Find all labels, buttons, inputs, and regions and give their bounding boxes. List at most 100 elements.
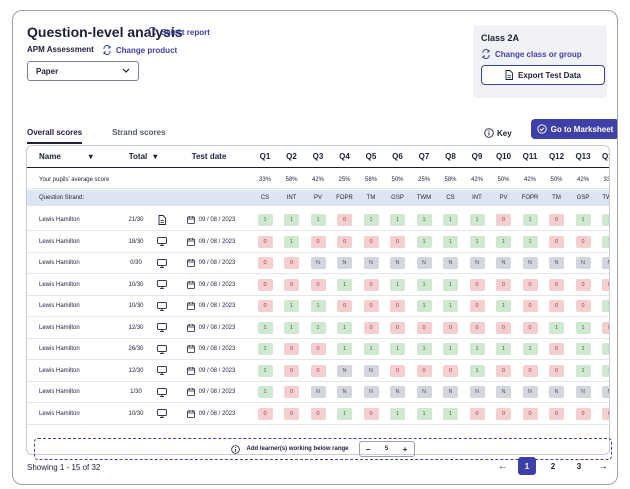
score-cell-q2[interactable]: 0: [280, 275, 304, 295]
sort-down-icon[interactable]: ▾: [89, 152, 93, 161]
score-cell-q2[interactable]: 1: [280, 318, 304, 338]
column-header-q1[interactable]: Q1: [253, 146, 277, 167]
score-cell-q6[interactable]: 0: [386, 361, 410, 381]
score-cell-q7[interactable]: 0: [412, 318, 436, 338]
score-cell-q5[interactable]: 1: [359, 210, 383, 230]
score-cell-q8[interactable]: N: [439, 382, 463, 402]
score-cell-q9[interactable]: 0: [465, 404, 489, 424]
score-cell-q6[interactable]: 1: [386, 339, 410, 359]
score-cell-q12[interactable]: 0: [545, 232, 569, 252]
score-cell-q2[interactable]: 1: [280, 210, 304, 230]
score-cell-q12[interactable]: 0: [545, 275, 569, 295]
column-header-q7[interactable]: Q7: [412, 146, 436, 167]
score-cell-q10[interactable]: 0: [492, 275, 516, 295]
score-cell-q9[interactable]: 1: [465, 339, 489, 359]
score-cell-q1[interactable]: 1: [253, 361, 277, 381]
score-cell-q14[interactable]: 0: [598, 318, 609, 338]
score-cell-q11[interactable]: N: [518, 253, 542, 273]
column-header-q4[interactable]: Q4: [333, 146, 357, 167]
score-cell-q5[interactable]: 0: [359, 404, 383, 424]
prev-page-arrow-icon[interactable]: ←: [496, 461, 510, 472]
score-cell-q13[interactable]: 0: [571, 275, 595, 295]
score-cell-q9[interactable]: N: [465, 253, 489, 273]
score-cell-q8[interactable]: 0: [439, 361, 463, 381]
score-cell-q11[interactable]: 1: [518, 232, 542, 252]
score-cell-q8[interactable]: N: [439, 253, 463, 273]
score-cell-q14[interactable]: 1: [598, 210, 609, 230]
score-cell-q12[interactable]: 0: [545, 210, 569, 230]
column-header-q6[interactable]: Q6: [386, 146, 410, 167]
score-cell-q4[interactable]: 1: [333, 404, 357, 424]
column-header-q11[interactable]: Q11: [518, 146, 542, 167]
score-cell-q2[interactable]: 0: [280, 382, 304, 402]
score-cell-q6[interactable]: N: [386, 253, 410, 273]
select-report-link[interactable]: Select report: [147, 27, 210, 37]
score-cell-q12[interactable]: 0: [545, 296, 569, 316]
go-to-marksheet-button[interactable]: Go to Marksheet: [531, 119, 617, 139]
score-cell-q1[interactable]: 1: [253, 382, 277, 402]
column-header-q14[interactable]: Q14: [598, 146, 609, 167]
score-cell-q13[interactable]: 0: [571, 232, 595, 252]
tab-overall-scores[interactable]: Overall scores: [27, 128, 83, 144]
increment-button[interactable]: +: [397, 445, 414, 454]
column-header-q5[interactable]: Q5: [359, 146, 383, 167]
score-cell-q7[interactable]: 1: [412, 296, 436, 316]
score-cell-q2[interactable]: 1: [280, 296, 304, 316]
score-cell-q13[interactable]: 0: [571, 404, 595, 424]
score-cell-q13[interactable]: 1: [571, 361, 595, 381]
score-cell-q1[interactable]: 1: [253, 318, 277, 338]
score-cell-q11[interactable]: 1: [518, 339, 542, 359]
table-row[interactable]: Lewis Hamilton 10/30 09 / 08 / 2023 0 0 0 1 0 1 1…: [27, 275, 609, 296]
score-cell-q12[interactable]: 0: [545, 404, 569, 424]
score-cell-q7[interactable]: 1: [412, 232, 436, 252]
score-cell-q4[interactable]: 0: [333, 232, 357, 252]
column-header-q2[interactable]: Q2: [280, 146, 304, 167]
page-3-button[interactable]: 3: [570, 457, 588, 475]
score-cell-q3[interactable]: 1: [306, 296, 330, 316]
score-cell-q3[interactable]: 1: [306, 210, 330, 230]
score-cell-q6[interactable]: 1: [386, 404, 410, 424]
export-test-data-button[interactable]: Export Test Data: [481, 65, 605, 85]
score-cell-q5[interactable]: N: [359, 361, 383, 381]
change-product-link[interactable]: Change product: [102, 45, 177, 55]
score-cell-q8[interactable]: 1: [439, 339, 463, 359]
score-cell-q4[interactable]: 0: [333, 296, 357, 316]
score-cell-q1[interactable]: 0: [253, 404, 277, 424]
score-cell-q3[interactable]: 0: [306, 361, 330, 381]
score-cell-q6[interactable]: 0: [386, 232, 410, 252]
decrement-button[interactable]: −: [360, 445, 377, 454]
score-cell-q7[interactable]: 1: [412, 210, 436, 230]
score-cell-q13[interactable]: N: [571, 253, 595, 273]
score-cell-q5[interactable]: 0: [359, 232, 383, 252]
score-cell-q1[interactable]: 1: [253, 210, 277, 230]
score-cell-q1[interactable]: 0: [253, 232, 277, 252]
score-cell-q13[interactable]: 1: [571, 210, 595, 230]
score-cell-q1[interactable]: 1: [253, 339, 277, 359]
score-cell-q9[interactable]: 1: [465, 232, 489, 252]
score-cell-q5[interactable]: N: [359, 253, 383, 273]
score-cell-q4[interactable]: 1: [333, 318, 357, 338]
table-row[interactable]: Lewis Hamilton 18/30 09 / 08 / 2023 0 1 0 0 0 0 1…: [27, 232, 609, 253]
score-cell-q8[interactable]: 1: [439, 296, 463, 316]
score-cell-q4[interactable]: 0: [333, 210, 357, 230]
score-cell-q10[interactable]: 1: [492, 296, 516, 316]
score-cell-q5[interactable]: 0: [359, 318, 383, 338]
score-cell-q11[interactable]: 0: [518, 361, 542, 381]
score-cell-q9[interactable]: 1: [465, 210, 489, 230]
column-header-q9[interactable]: Q9: [465, 146, 489, 167]
column-header-q13[interactable]: Q13: [571, 146, 595, 167]
score-cell-q3[interactable]: N: [306, 382, 330, 402]
score-cell-q8[interactable]: 1: [439, 232, 463, 252]
table-row[interactable]: Lewis Hamilton 12/30 09 / 08 / 2023 1 0 0 N N 0 0…: [27, 361, 609, 382]
score-cell-q7[interactable]: 1: [412, 339, 436, 359]
score-cell-q9[interactable]: 1: [465, 361, 489, 381]
score-cell-q9[interactable]: 0: [465, 318, 489, 338]
score-cell-q6[interactable]: 0: [386, 296, 410, 316]
score-cell-q5[interactable]: 0: [359, 296, 383, 316]
score-cell-q7[interactable]: 1: [412, 404, 436, 424]
score-cell-q14[interactable]: N: [598, 253, 609, 273]
score-cell-q7[interactable]: 1: [412, 275, 436, 295]
score-cell-q7[interactable]: N: [412, 382, 436, 402]
score-cell-q11[interactable]: N: [518, 382, 542, 402]
key-link[interactable]: Key: [484, 128, 512, 138]
